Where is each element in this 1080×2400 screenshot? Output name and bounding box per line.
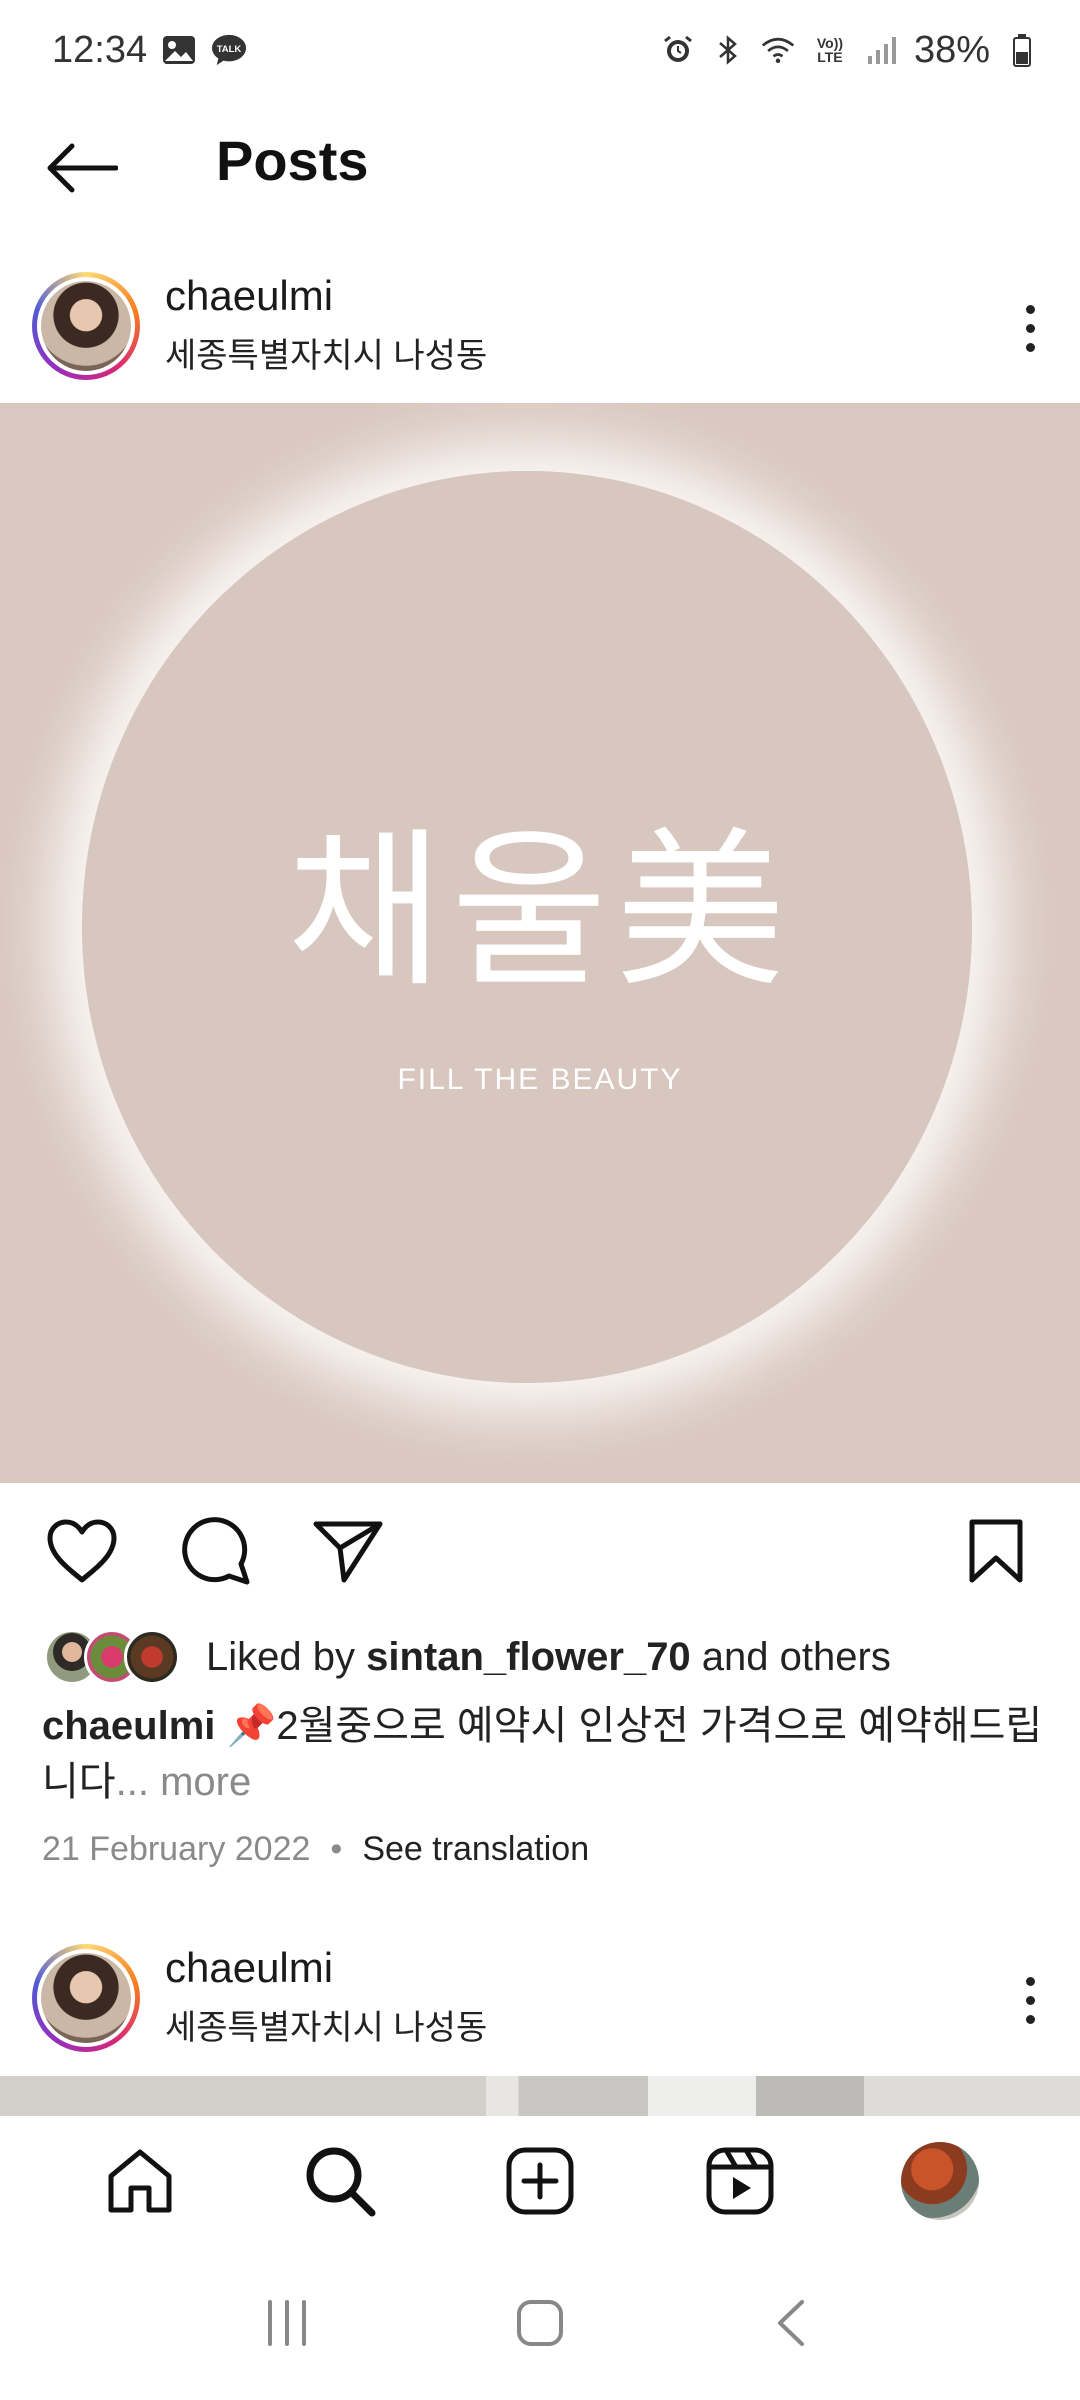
likes-prefix: Liked by: [206, 1634, 367, 1679]
alarm-icon: [660, 32, 696, 68]
post-location[interactable]: 세종특별자치시 나성동: [165, 328, 487, 377]
next-post-image[interactable]: [0, 2076, 1080, 2116]
image-subtext: FILL THE BEAUTY: [397, 1063, 683, 1096]
meta-separator: •: [330, 1830, 343, 1868]
signal-icon: [864, 32, 900, 68]
bluetooth-icon: [710, 32, 746, 68]
top-bar: Posts: [0, 100, 1080, 230]
post-caption: chaeulmi 📌2월중으로 예약시 인상전 가격으로 예약해드립니다... …: [42, 1698, 1052, 1810]
talk-badge-text: TALK: [217, 44, 242, 55]
bookmark-icon[interactable]: [958, 1513, 1034, 1589]
volte-icon: Vo)) LTE: [816, 35, 844, 65]
status-left: 12:34 TALK: [52, 29, 247, 72]
image-logo-text: 채울美: [286, 813, 794, 1011]
battery-percent: 38%: [913, 28, 990, 71]
battery-icon: [1004, 32, 1040, 68]
post-username[interactable]: chaeulmi: [165, 272, 333, 320]
more-options-icon[interactable]: [1000, 290, 1060, 366]
profile-avatar[interactable]: [900, 2141, 980, 2221]
page-title: Posts: [216, 129, 369, 192]
next-post-location[interactable]: 세종특별자치시 나성동: [165, 2000, 487, 2049]
share-send-icon[interactable]: [310, 1513, 386, 1589]
home-button-icon[interactable]: [495, 2278, 585, 2368]
caption-more-link[interactable]: ... more: [116, 1760, 252, 1804]
gallery-icon: [161, 32, 197, 68]
search-icon[interactable]: [300, 2141, 380, 2221]
likes-text[interactable]: Liked by sintan_flower_70 and others: [206, 1635, 891, 1680]
status-time: 12:34: [52, 28, 148, 71]
wifi-icon: [760, 32, 796, 68]
back-arrow-icon[interactable]: [44, 130, 120, 206]
bottom-nav: [0, 2116, 1080, 2246]
home-icon[interactable]: [100, 2141, 180, 2221]
likes-user[interactable]: sintan_flower_70: [366, 1635, 691, 1679]
back-button-icon[interactable]: [748, 2278, 838, 2368]
post-meta: 21 February 2022 • See translation: [42, 1830, 589, 1869]
next-post-header: chaeulmi 세종특별자치시 나성동: [0, 1944, 1080, 2079]
likes-suffix[interactable]: and others: [691, 1635, 891, 1679]
avatar[interactable]: [32, 1944, 140, 2052]
create-post-icon[interactable]: [500, 2141, 580, 2221]
liker-avatars: [44, 1629, 180, 1685]
next-post-username[interactable]: chaeulmi: [165, 1944, 333, 1992]
post-image[interactable]: 채울美 FILL THE BEAUTY: [0, 403, 1080, 1483]
likes-row[interactable]: Liked by sintan_flower_70 and others: [44, 1627, 1044, 1687]
see-translation-link[interactable]: See translation: [362, 1830, 589, 1869]
recent-apps-icon[interactable]: [242, 2278, 332, 2368]
like-heart-icon[interactable]: [44, 1513, 120, 1589]
caption-username[interactable]: chaeulmi: [42, 1704, 215, 1748]
talk-icon: TALK: [211, 32, 247, 68]
more-options-icon[interactable]: [1000, 1962, 1060, 2038]
reels-icon[interactable]: [700, 2141, 780, 2221]
status-right: Vo)) LTE 38%: [660, 29, 1040, 72]
post-date: 21 February 2022: [42, 1830, 311, 1868]
system-nav-bar: [0, 2246, 1080, 2400]
post-actions: [0, 1513, 1080, 1593]
status-bar: 12:34 TALK Vo)) LTE 38%: [0, 0, 1080, 100]
comment-icon[interactable]: [178, 1513, 254, 1589]
post-header: chaeulmi 세종특별자치시 나성동: [0, 272, 1080, 407]
avatar[interactable]: [32, 272, 140, 380]
liker-avatar: [124, 1629, 180, 1685]
